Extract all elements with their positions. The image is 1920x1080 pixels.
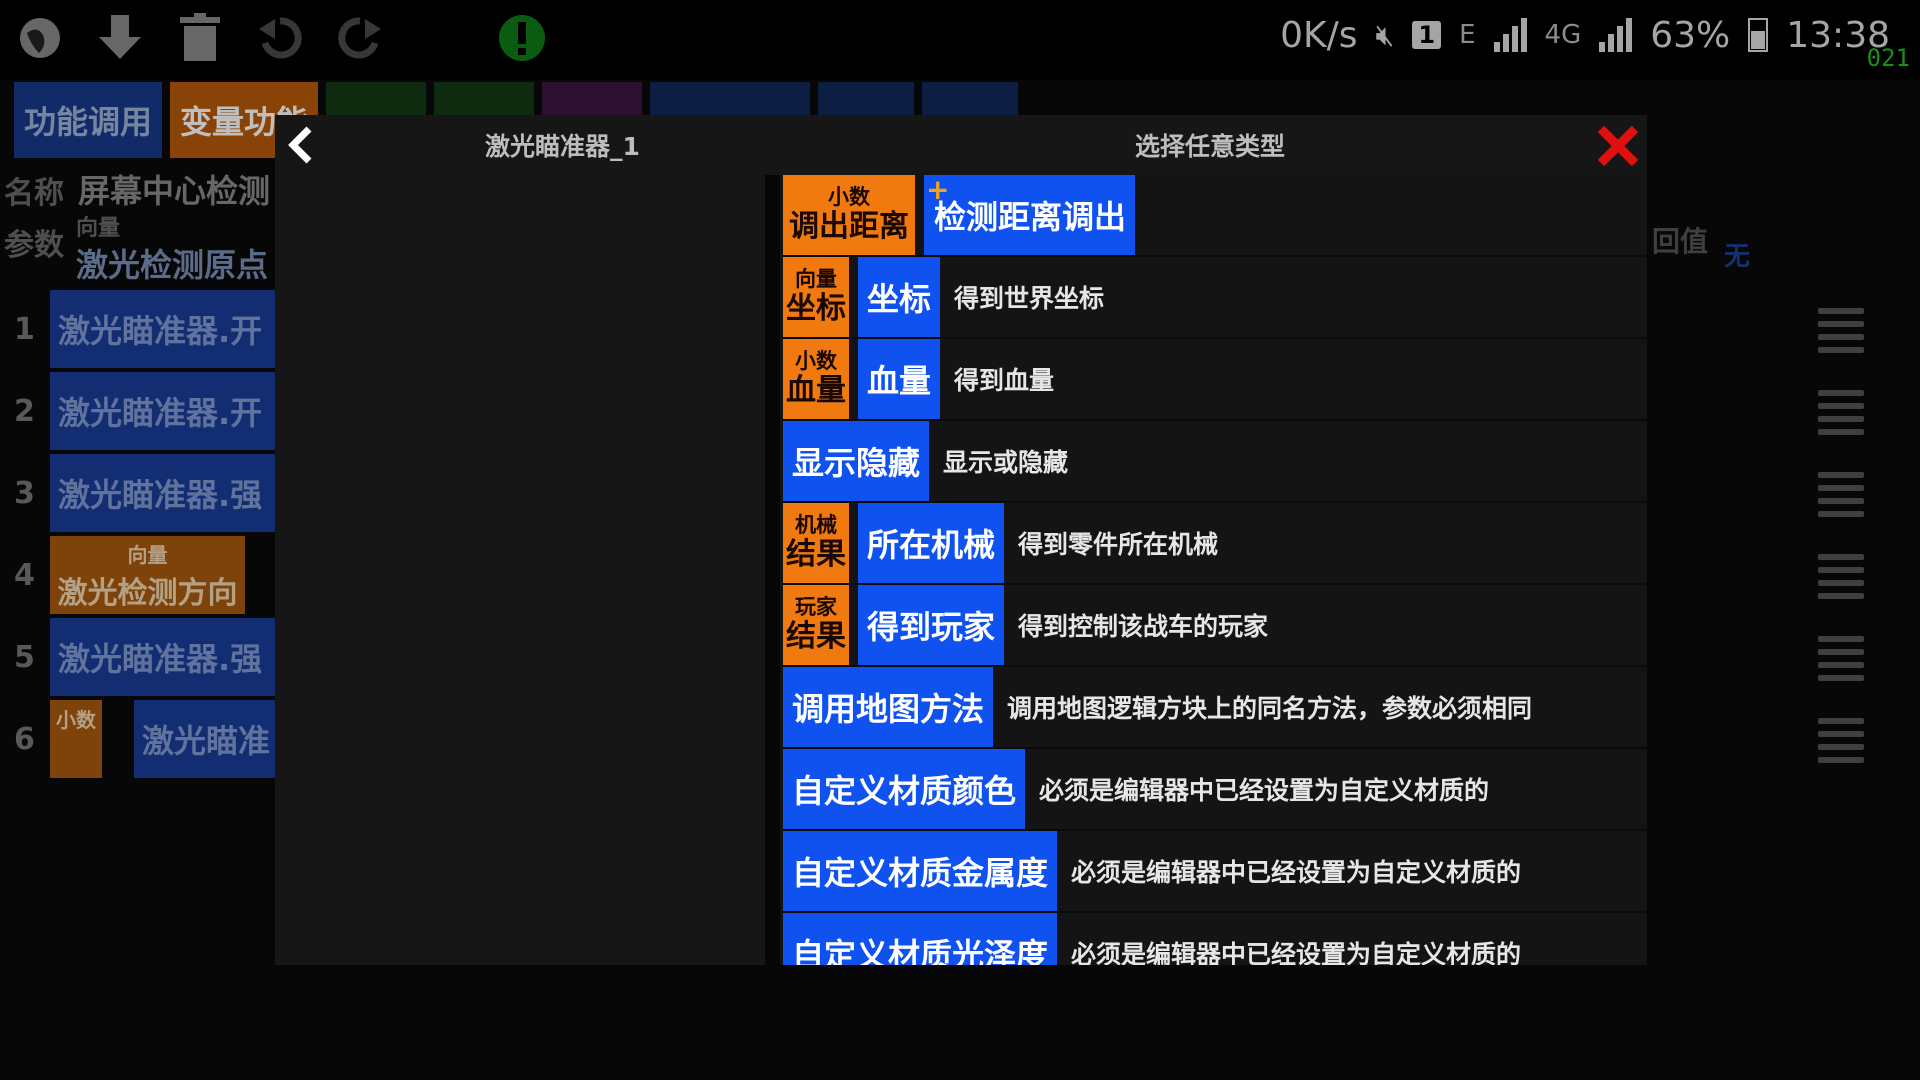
method-name[interactable]: 显示隐藏 (783, 421, 930, 501)
method-name[interactable]: 自定义材质光泽度 (783, 913, 1058, 965)
method-name[interactable]: 调用地图方法 (783, 667, 994, 747)
dialog-header: 激光瞄准器_1 选择任意类型 (275, 115, 1647, 175)
method-list: 小数 调出距离 + 检测距离调出 向量 坐标 坐标 得到世界坐标 小数 血量 血… (780, 175, 1647, 965)
object-title: 激光瞄准器_1 (485, 132, 640, 161)
method-name[interactable]: 得到玩家 (858, 585, 1005, 665)
list-item[interactable]: 小数 血量 血量 得到血量 (783, 339, 1647, 421)
method-description: 必须是编辑器中已经设置为自定义材质的 (1071, 858, 1522, 887)
chevron-left-icon (288, 126, 312, 164)
method-description: 得到零件所在机械 (1018, 530, 1219, 559)
method-name[interactable]: 血量 (858, 339, 941, 419)
list-item[interactable]: 向量 坐标 坐标 得到世界坐标 (783, 257, 1647, 339)
method-description: 必须是编辑器中已经设置为自定义材质的 (1039, 776, 1490, 805)
list-item[interactable]: 机械 结果 所在机械 得到零件所在机械 (783, 503, 1647, 585)
return-type-badge: 小数 调出距离 (783, 175, 915, 255)
close-button[interactable] (1593, 121, 1643, 171)
return-type-badge: 小数 血量 (783, 339, 849, 419)
plus-icon: + (926, 175, 950, 206)
method-name[interactable]: 自定义材质金属度 (783, 831, 1058, 911)
return-type-badge: 向量 坐标 (783, 257, 849, 337)
return-type-badge: 玩家 结果 (783, 585, 849, 665)
method-name[interactable]: 所在机械 (858, 503, 1005, 583)
type-select-dialog: 激光瞄准器_1 选择任意类型 小数 调出距离 + 检测距离调出 向量 坐标 坐标 (275, 115, 1647, 965)
method-description: 显示或隐藏 (943, 448, 1069, 477)
method-name[interactable]: 自定义材质颜色 (783, 749, 1026, 829)
list-item[interactable]: 自定义材质金属度 必须是编辑器中已经设置为自定义材质的 (783, 831, 1647, 913)
method-description: 得到控制该战车的玩家 (1018, 612, 1269, 641)
method-description: 得到血量 (954, 366, 1055, 395)
method-name[interactable]: + 检测距离调出 (924, 175, 1136, 255)
method-description: 必须是编辑器中已经设置为自定义材质的 (1071, 940, 1522, 965)
dialog-title: 选择任意类型 (1134, 132, 1285, 161)
back-button[interactable] (275, 115, 325, 175)
list-item[interactable]: 自定义材质光泽度 必须是编辑器中已经设置为自定义材质的 (783, 913, 1647, 965)
list-item[interactable]: 显示隐藏 显示或隐藏 (783, 421, 1647, 503)
list-item[interactable]: 玩家 结果 得到玩家 得到控制该战车的玩家 (783, 585, 1647, 667)
method-name[interactable]: 坐标 (858, 257, 941, 337)
method-description: 调用地图逻辑方块上的同名方法，参数必须相同 (1007, 694, 1533, 723)
list-item[interactable]: 自定义材质颜色 必须是编辑器中已经设置为自定义材质的 (783, 749, 1647, 831)
object-panel (275, 175, 765, 965)
method-description: 得到世界坐标 (954, 284, 1105, 313)
list-item[interactable]: 小数 调出距离 + 检测距离调出 (783, 175, 1647, 257)
close-icon (1597, 125, 1639, 167)
return-type-badge: 机械 结果 (783, 503, 849, 583)
list-item[interactable]: 调用地图方法 调用地图逻辑方块上的同名方法，参数必须相同 (783, 667, 1647, 749)
